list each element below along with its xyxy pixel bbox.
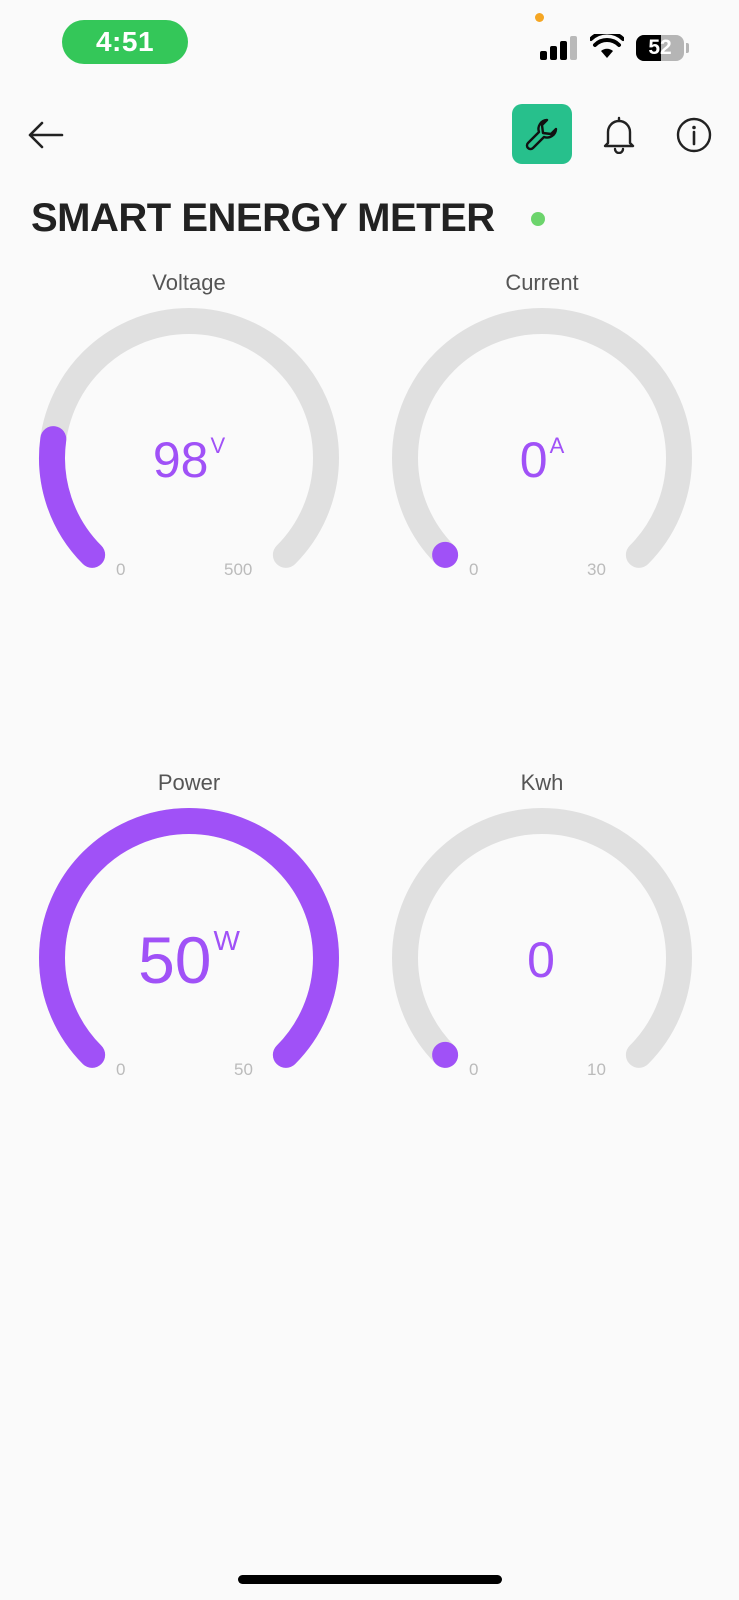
power-gauge[interactable]: Power 50 W 0 50	[19, 770, 359, 1090]
status-bar: 4:51 52	[0, 0, 739, 90]
info-icon	[676, 117, 712, 153]
gauge-value-number: 50	[138, 923, 212, 997]
kwh-gauge[interactable]: Kwh 0 0 10	[372, 770, 712, 1090]
gauge-value-number: 98	[152, 432, 209, 488]
gauge-value-number: 0	[527, 932, 555, 988]
current-gauge[interactable]: Current 0 A 0 30	[372, 270, 712, 590]
arrow-left-icon	[28, 121, 64, 149]
status-time-text: 4:51	[95, 26, 155, 57]
battery-icon: 52	[636, 35, 684, 61]
notifications-button[interactable]	[600, 114, 638, 154]
gauge-value: 50 W	[19, 923, 359, 997]
gauge-value-number: 0	[519, 432, 548, 488]
gauge-min-label: 0	[469, 1060, 479, 1079]
gauge-label: Current	[505, 270, 579, 295]
gauge-value-unit: V	[210, 433, 226, 458]
wifi-icon	[590, 34, 624, 58]
gauge-value: 0	[372, 935, 712, 985]
wrench-icon	[525, 118, 558, 151]
bell-icon	[603, 116, 635, 154]
battery-percent: 52	[648, 36, 672, 59]
gauge-max-label: 10	[587, 1060, 606, 1079]
info-button[interactable]	[675, 116, 713, 154]
gauge-min-label: 0	[116, 560, 126, 579]
gauge-label: Power	[157, 770, 221, 795]
voltage-gauge[interactable]: Voltage 98 V 0 500	[19, 270, 359, 590]
gauge-max-label: 50	[234, 1060, 253, 1079]
gauge-value: 98 V	[19, 432, 359, 488]
battery-cap	[686, 43, 689, 53]
gauge-label: Voltage	[152, 270, 226, 295]
gauge-max-label: 500	[224, 560, 253, 579]
home-indicator[interactable]	[238, 1575, 502, 1584]
gauge-value: 0 A	[372, 432, 712, 488]
back-button[interactable]	[26, 116, 64, 154]
page-title: SMART ENERGY METER	[31, 196, 495, 240]
status-time[interactable]: 4:51	[62, 20, 188, 64]
gauge-max-label: 30	[587, 560, 606, 579]
cellular-signal-icon	[540, 36, 580, 60]
gauge-value-unit: A	[549, 433, 565, 458]
gauge-value-unit: W	[213, 925, 240, 956]
gauge-min-label: 0	[116, 1060, 126, 1079]
settings-wrench-button[interactable]	[512, 104, 572, 164]
privacy-indicator	[535, 13, 544, 22]
gauge-min-label: 0	[469, 560, 479, 579]
online-status-dot	[531, 212, 545, 226]
gauge-label: Kwh	[520, 770, 564, 795]
